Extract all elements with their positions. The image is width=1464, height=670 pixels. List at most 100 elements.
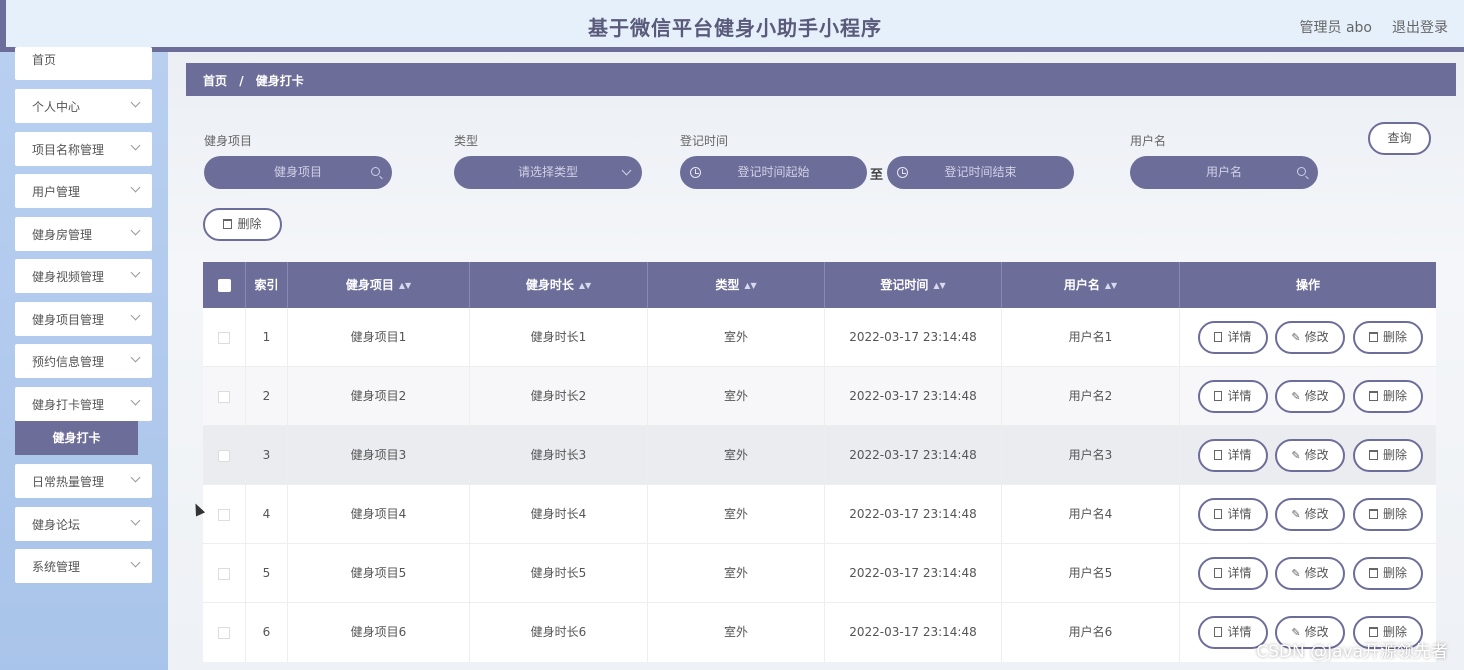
table-row: 6 健身项目6 健身时长6 室外 2022-03-17 23:14:48 用户名… <box>203 603 1436 662</box>
sort-icon: ▲▼ <box>1104 281 1118 290</box>
row-checkbox[interactable] <box>218 332 230 344</box>
cell-username: 用户名4 <box>1002 485 1180 544</box>
query-button[interactable]: 查询 <box>1368 122 1431 155</box>
document-icon <box>1214 509 1223 519</box>
sidebar-item-fitness-project-mgmt[interactable]: 健身项目管理 <box>15 302 152 336</box>
time-end-placeholder: 登记时间结束 <box>944 165 1017 179</box>
row-checkbox[interactable] <box>218 627 230 639</box>
column-header-index: 索引 <box>246 262 288 308</box>
chevron-down-icon <box>130 472 141 483</box>
cell-duration: 健身时长6 <box>470 603 648 662</box>
sidebar-item-personal-center[interactable]: 个人中心 <box>15 89 152 123</box>
cell-time: 2022-03-17 23:14:48 <box>825 485 1002 544</box>
project-search-input[interactable]: 健身项目 <box>204 156 392 189</box>
sidebar-subitem-checkin[interactable]: 健身打卡 <box>15 421 138 455</box>
delete-button[interactable]: 删除 <box>1353 321 1423 354</box>
batch-delete-button[interactable]: 删除 <box>203 208 282 241</box>
time-end-input[interactable]: 登记时间结束 <box>887 156 1074 189</box>
edit-button[interactable]: ✎ 修改 <box>1275 380 1345 413</box>
type-select[interactable]: 请选择类型 <box>454 156 642 189</box>
row-checkbox[interactable] <box>218 509 230 521</box>
user-filter-label: 用户名 <box>1130 134 1167 148</box>
edit-button[interactable]: ✎ 修改 <box>1275 321 1345 354</box>
row-checkbox[interactable] <box>218 450 230 462</box>
delete-button[interactable]: 删除 <box>1353 439 1423 472</box>
edit-button[interactable]: ✎ 修改 <box>1275 498 1345 531</box>
detail-button[interactable]: 详情 <box>1198 439 1268 472</box>
detail-button[interactable]: 详情 <box>1198 557 1268 590</box>
column-header-type[interactable]: 类型 ▲▼ <box>648 262 825 308</box>
sidebar-item-booking-mgmt[interactable]: 预约信息管理 <box>15 344 152 378</box>
sidebar-item-video-mgmt[interactable]: 健身视频管理 <box>15 259 152 293</box>
edit-button[interactable]: ✎ 修改 <box>1275 557 1345 590</box>
sidebar-item-label: 系统管理 <box>32 560 81 574</box>
row-checkbox[interactable] <box>218 568 230 580</box>
cell-type: 室外 <box>648 485 825 544</box>
table-row: 1 健身项目1 健身时长1 室外 2022-03-17 23:14:48 用户名… <box>203 308 1436 367</box>
type-select-placeholder: 请选择类型 <box>517 165 578 179</box>
sidebar-item-project-name-mgmt[interactable]: 项目名称管理 <box>15 132 152 166</box>
sidebar-item-label: 个人中心 <box>32 100 81 114</box>
username-search-input[interactable]: 用户名 <box>1130 156 1318 189</box>
sidebar-item-label: 健身打卡管理 <box>32 398 105 412</box>
sidebar-item-checkin-mgmt[interactable]: 健身打卡管理 <box>15 387 152 421</box>
sidebar-item-label: 首页 <box>32 53 57 67</box>
cell-index: 1 <box>246 308 288 367</box>
cell-project: 健身项目6 <box>288 603 470 662</box>
column-header-actions: 操作 <box>1295 278 1320 292</box>
cell-index: 6 <box>246 603 288 662</box>
sidebar-item-forum[interactable]: 健身论坛 <box>15 507 152 541</box>
search-icon <box>1297 167 1306 176</box>
detail-button[interactable]: 详情 <box>1198 498 1268 531</box>
checkin-table: 索引 健身项目 ▲▼ 健身时长 ▲▼ 类型 ▲▼ 登记时间 ▲▼ 用户名 ▲▼ 操作 1 … <box>203 262 1436 662</box>
delete-button[interactable]: 删除 <box>1353 557 1423 590</box>
cell-time: 2022-03-17 23:14:48 <box>825 308 1002 367</box>
column-header-time[interactable]: 登记时间 ▲▼ <box>825 262 1002 308</box>
column-header-duration[interactable]: 健身时长 ▲▼ <box>470 262 648 308</box>
chevron-down-icon <box>621 165 632 176</box>
search-icon <box>371 167 380 176</box>
time-range-separator: 至 <box>870 168 884 183</box>
trash-icon <box>1368 391 1378 401</box>
pencil-icon: ✎ <box>1291 508 1301 521</box>
sidebar-item-system-mgmt[interactable]: 系统管理 <box>15 549 152 583</box>
cell-project: 健身项目2 <box>288 367 470 426</box>
cell-project: 健身项目4 <box>288 485 470 544</box>
document-icon <box>1214 332 1223 342</box>
column-header-project[interactable]: 健身项目 ▲▼ <box>288 262 470 308</box>
sidebar-item-label: 健身论坛 <box>32 518 81 532</box>
sidebar-item-label: 项目名称管理 <box>32 143 105 157</box>
row-checkbox[interactable] <box>218 391 230 403</box>
chevron-down-icon <box>130 225 141 236</box>
sidebar: 首页 个人中心 项目名称管理 用户管理 健身房管理 健身视频管理 健身项目管理 … <box>0 47 168 670</box>
cell-time: 2022-03-17 23:14:48 <box>825 544 1002 603</box>
chevron-down-icon <box>130 310 141 321</box>
cell-time: 2022-03-17 23:14:48 <box>825 367 1002 426</box>
breadcrumb-home[interactable]: 首页 <box>203 74 227 88</box>
trash-icon <box>1368 509 1378 519</box>
detail-button[interactable]: 详情 <box>1198 321 1268 354</box>
cell-time: 2022-03-17 23:14:48 <box>825 603 1002 662</box>
delete-button[interactable]: 删除 <box>1353 380 1423 413</box>
trash-icon <box>1368 332 1378 342</box>
pencil-icon: ✎ <box>1291 567 1301 580</box>
select-all-checkbox[interactable] <box>218 279 231 292</box>
cell-project: 健身项目3 <box>288 426 470 485</box>
table-header: 索引 健身项目 ▲▼ 健身时长 ▲▼ 类型 ▲▼ 登记时间 ▲▼ 用户名 ▲▼ 操作 <box>203 262 1436 308</box>
sidebar-item-calorie-mgmt[interactable]: 日常热量管理 <box>15 464 152 498</box>
time-start-input[interactable]: 登记时间起始 <box>680 156 867 189</box>
table-row: 2 健身项目2 健身时长2 室外 2022-03-17 23:14:48 用户名… <box>203 367 1436 426</box>
edit-button[interactable]: ✎ 修改 <box>1275 439 1345 472</box>
detail-button[interactable]: 详情 <box>1198 380 1268 413</box>
column-header-username[interactable]: 用户名 ▲▼ <box>1002 262 1180 308</box>
cell-index: 4 <box>246 485 288 544</box>
sidebar-item-home[interactable]: 首页 <box>15 47 152 80</box>
table-row: 4 健身项目4 健身时长4 室外 2022-03-17 23:14:48 用户名… <box>203 485 1436 544</box>
logout-link[interactable]: 退出登录 <box>1392 17 1448 37</box>
sidebar-item-gym-mgmt[interactable]: 健身房管理 <box>15 217 152 251</box>
sidebar-item-user-mgmt[interactable]: 用户管理 <box>15 174 152 208</box>
chevron-down-icon <box>130 267 141 278</box>
cell-time: 2022-03-17 23:14:48 <box>825 426 1002 485</box>
delete-button[interactable]: 删除 <box>1353 498 1423 531</box>
document-icon <box>1214 391 1223 401</box>
